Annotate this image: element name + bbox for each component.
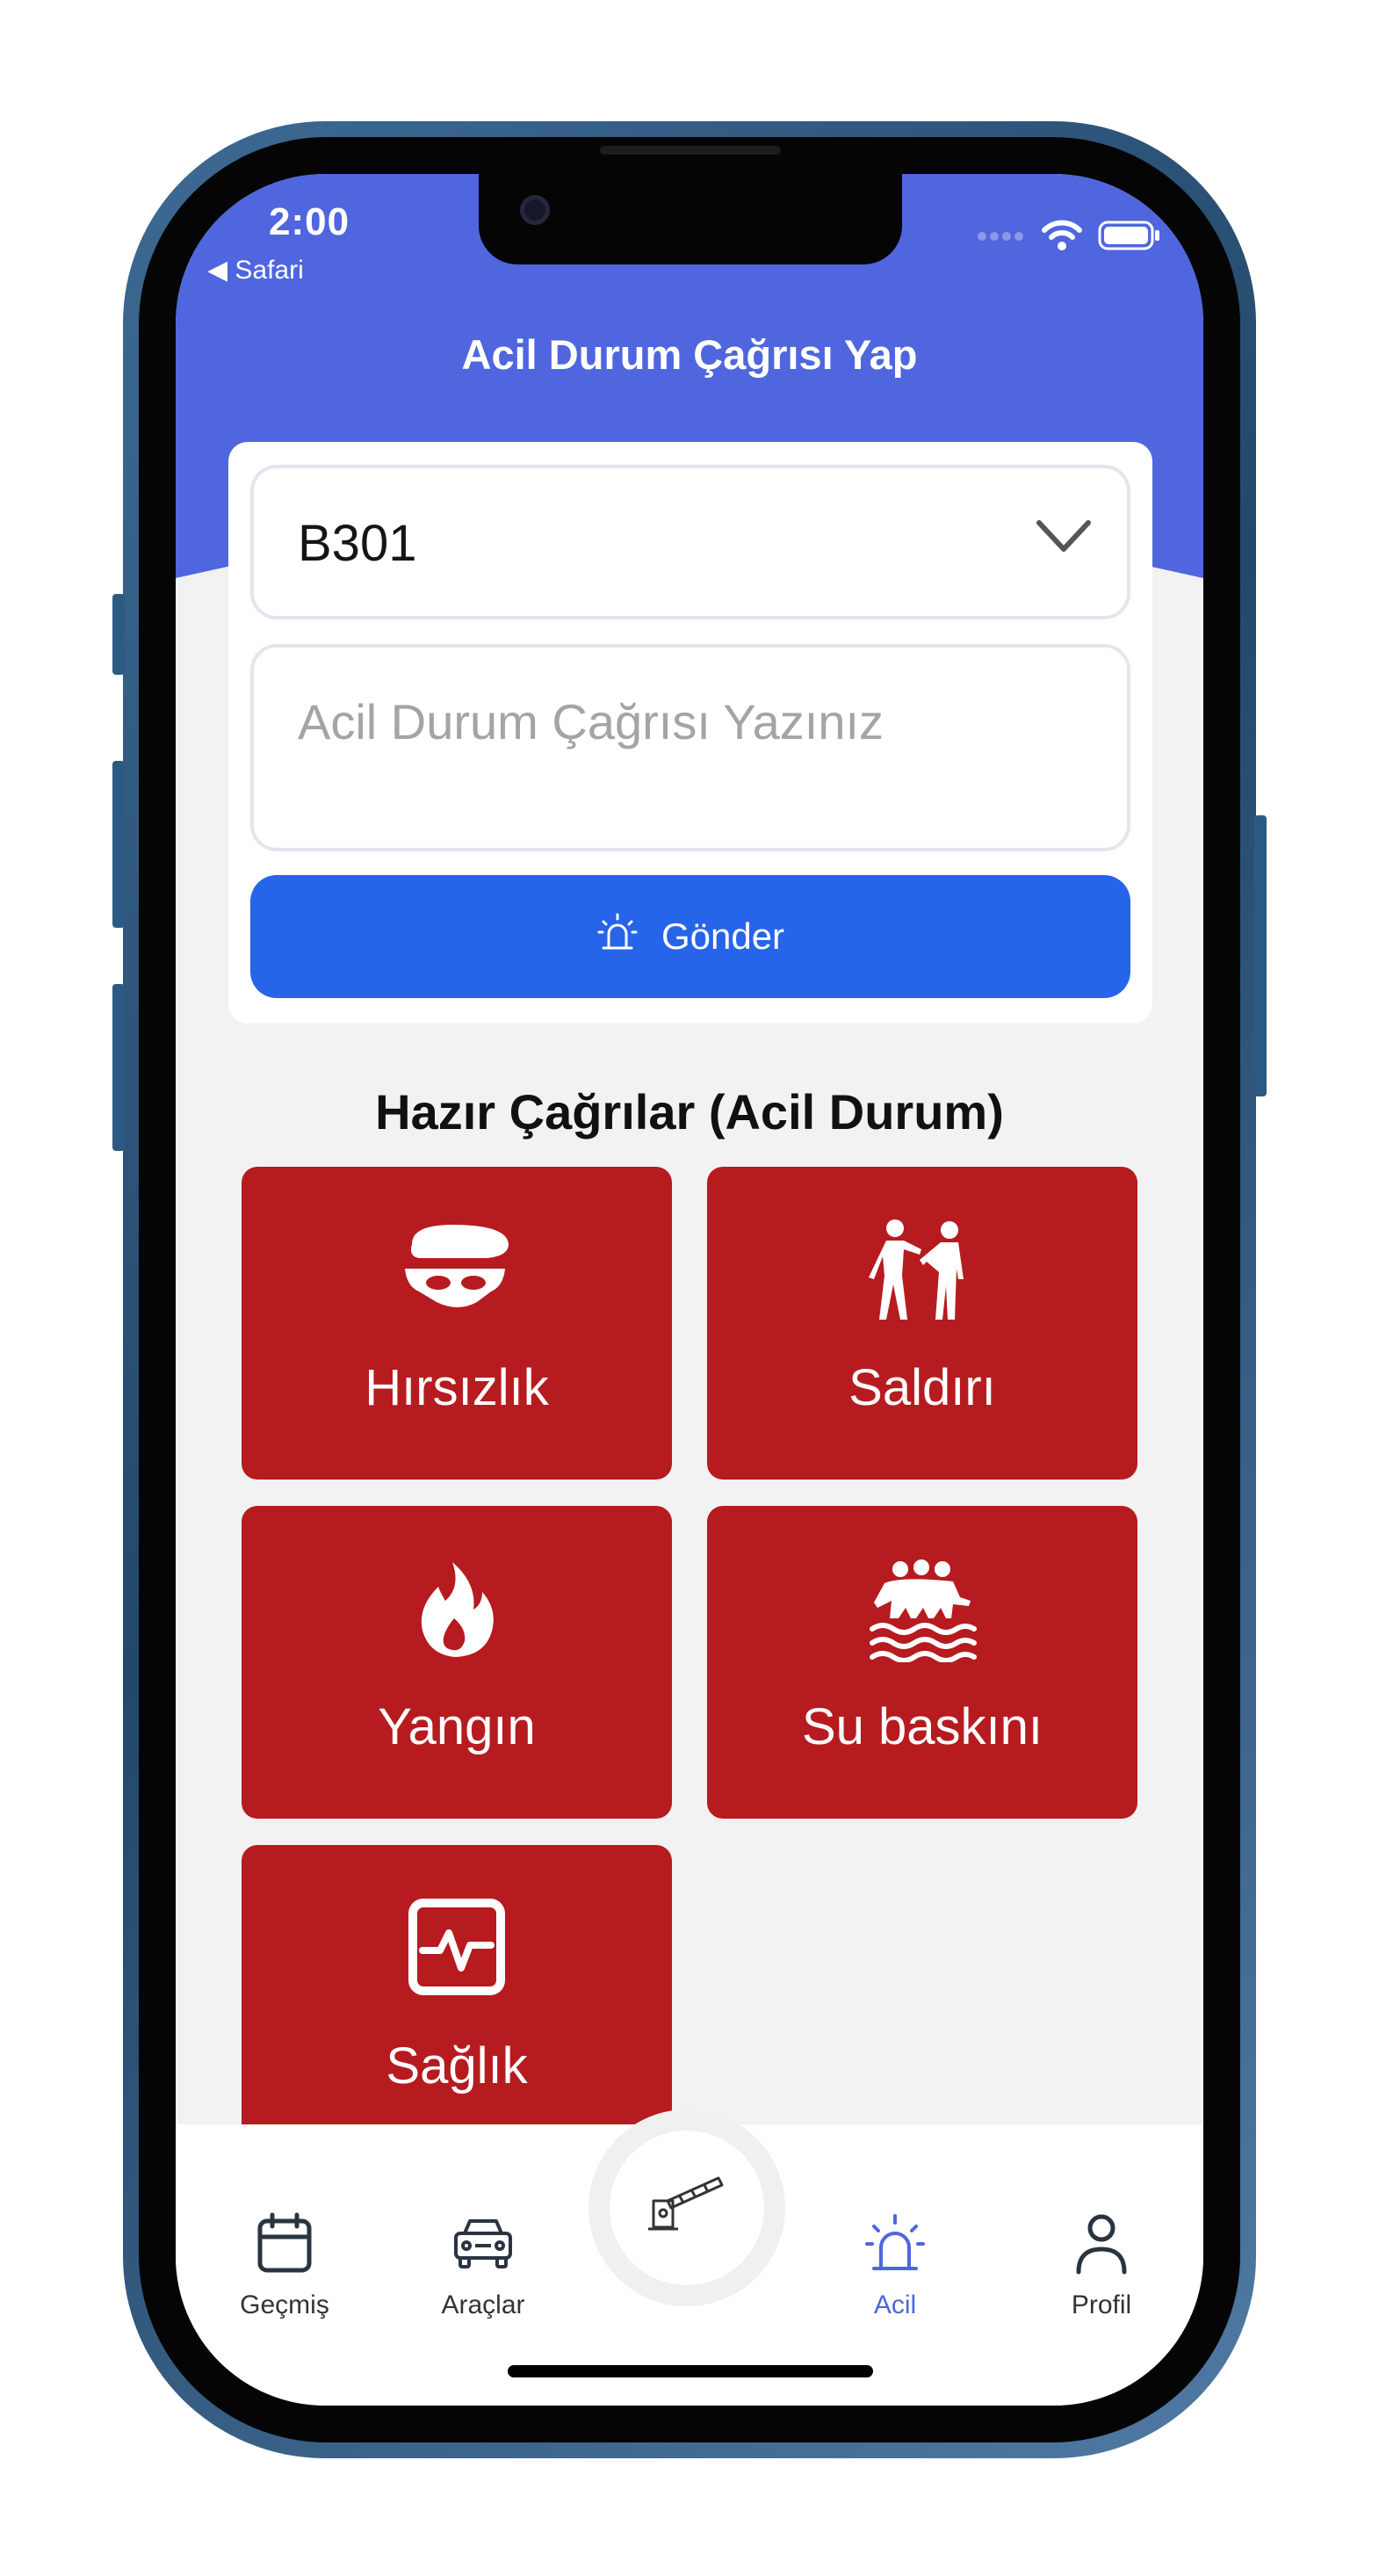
nav-item-profile[interactable]: Profil (1022, 2212, 1180, 2320)
nav-label: Acil (873, 2290, 917, 2319)
car-icon (452, 2212, 514, 2280)
front-camera (520, 195, 550, 225)
preset-tile-assault[interactable]: Saldırı (707, 1167, 1137, 1480)
barrier-gate-button[interactable] (610, 2131, 764, 2285)
siren-icon (596, 911, 639, 962)
user-icon (1073, 2212, 1130, 2280)
emergency-form-card: B301 Acil Durum Çağrısı Yazınız Gönder (228, 442, 1152, 1024)
preset-tile-fire[interactable]: Yangın (242, 1506, 672, 1819)
page-title: Acil Durum Çağrısı Yap (461, 331, 918, 378)
send-button[interactable]: Gönder (250, 875, 1130, 998)
preset-tile-label: Yangın (378, 1698, 536, 1755)
preset-tile-flood[interactable]: Su baskını (707, 1506, 1137, 1819)
volume-up-button (112, 761, 125, 928)
barrier-gate-icon (645, 2174, 729, 2242)
preset-tile-label: Sağlık (386, 2037, 528, 2095)
calendar-icon (256, 2212, 313, 2280)
speaker-grille (600, 146, 781, 155)
signal-dots-icon (977, 230, 1026, 246)
home-indicator[interactable] (508, 2365, 873, 2377)
wifi-icon (1042, 220, 1082, 256)
nav-item-emergency[interactable]: Acil (816, 2212, 974, 2320)
flood-icon (707, 1557, 1137, 1662)
nav-item-vehicles[interactable]: Araçlar (404, 2212, 562, 2320)
send-button-label: Gönder (661, 915, 785, 957)
preset-tile-theft[interactable]: Hırsızlık (242, 1167, 672, 1480)
preset-tile-label: Su baskını (801, 1698, 1043, 1755)
status-time: 2:00 (269, 200, 350, 243)
preset-tile-label: Hırsızlık (365, 1359, 549, 1416)
back-to-safari-link[interactable]: ◀ Safari (207, 255, 304, 286)
siren-icon (863, 2212, 927, 2280)
fire-icon (242, 1557, 672, 1662)
preset-tile-label: Saldırı (848, 1359, 996, 1416)
app-screen: 2:00 ◀ Safari Acil Durum Çağrısı Yap B30… (176, 174, 1203, 2406)
assault-people-icon (707, 1218, 1137, 1323)
unit-select-value: B301 (298, 515, 417, 572)
thief-mask-icon (242, 1218, 672, 1323)
power-button (1254, 815, 1267, 1096)
preset-calls-grid: Hırsızlık Saldırı Yangın Su baskını Sağl… (176, 1167, 1203, 2124)
battery-icon (1098, 220, 1161, 256)
nav-label: Araçlar (441, 2290, 525, 2319)
chevron-down-icon (1036, 519, 1092, 559)
nav-label: Geçmiş (240, 2290, 329, 2319)
volume-down-button (112, 984, 125, 1151)
unit-select[interactable]: B301 (250, 465, 1130, 619)
preset-tile-health[interactable]: Sağlık (242, 1845, 672, 2124)
health-monitor-icon (242, 1896, 672, 2001)
emergency-message-input[interactable] (250, 644, 1130, 851)
nav-item-history[interactable]: Geçmiş (206, 2212, 364, 2320)
mute-switch (112, 594, 125, 675)
preset-calls-title: Hazır Çağrılar (Acil Durum) (375, 1084, 1004, 1140)
nav-label: Profil (1071, 2290, 1132, 2319)
status-indicators (977, 220, 1161, 256)
